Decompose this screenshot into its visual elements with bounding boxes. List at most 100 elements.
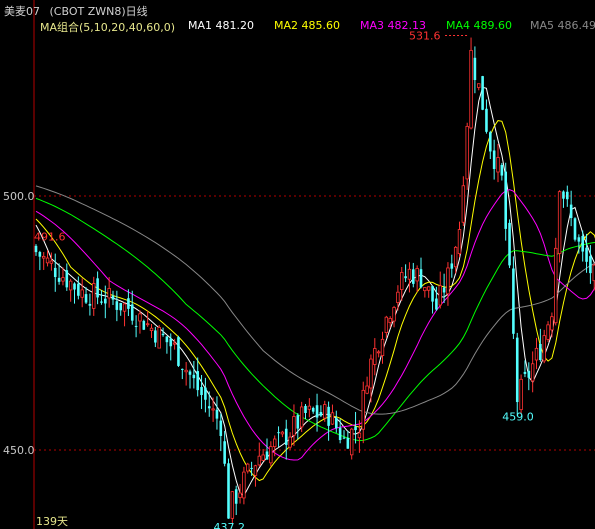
ma5-value: MA5 486.49 — [530, 19, 595, 32]
candle-body — [307, 405, 312, 410]
candle-body — [177, 337, 180, 366]
candle-body — [311, 407, 315, 412]
candle-body — [557, 191, 562, 254]
ma3-value: MA3 482.13 — [360, 19, 426, 32]
candle-body — [96, 278, 99, 298]
candle-body — [246, 463, 250, 472]
candle-body — [88, 303, 92, 306]
candle-body — [38, 252, 42, 257]
candle-body — [453, 246, 458, 268]
candle-body — [376, 351, 381, 354]
y-tick-label-450: 450.0 — [3, 444, 35, 457]
candle-body — [188, 371, 192, 375]
candle-body — [361, 389, 365, 430]
candle-body — [154, 330, 157, 343]
candle-body — [323, 404, 327, 419]
candle-body — [546, 324, 550, 340]
candle-body — [446, 267, 450, 295]
candle-body — [100, 301, 103, 303]
marker-label-437-2: 437.2 — [214, 521, 246, 529]
candle-body — [562, 191, 565, 199]
candle-body — [577, 237, 581, 242]
candle-body — [504, 171, 507, 229]
candle-body — [104, 298, 107, 304]
candle-body — [204, 387, 207, 400]
candle-body — [481, 76, 484, 110]
candle-body — [407, 268, 412, 280]
candle-body — [272, 438, 277, 448]
candle-body — [400, 272, 404, 290]
candle-body — [384, 316, 389, 333]
candle-body — [388, 317, 392, 324]
candle-body — [412, 269, 415, 284]
candle-body — [111, 295, 115, 300]
candle-body — [107, 288, 111, 299]
candle-body — [261, 454, 265, 461]
candle-body — [130, 304, 134, 321]
candle-body — [492, 150, 496, 170]
candle-body — [192, 374, 196, 379]
candle-body — [365, 385, 369, 394]
candle-body — [373, 348, 377, 365]
candle-body — [396, 291, 400, 304]
candle-body — [269, 446, 273, 464]
candle-body — [157, 327, 161, 349]
candle-body — [45, 257, 50, 264]
candle-body — [73, 283, 76, 290]
candle-body — [61, 277, 65, 282]
candle-body — [469, 49, 473, 129]
candle-body — [227, 463, 230, 519]
candlestick-chart[interactable]: 500.0 450.0 531.6491.6459.0437.2 139天 — [0, 0, 595, 529]
candle-body — [149, 327, 154, 331]
candle-body — [253, 465, 258, 476]
candle-body — [57, 277, 61, 282]
candle-body — [242, 471, 246, 499]
period-label: 139天 — [36, 515, 68, 528]
candle-body — [342, 437, 346, 439]
candle-body — [523, 371, 527, 374]
candle-body — [442, 287, 446, 293]
candle-body — [515, 337, 519, 403]
candle-body — [319, 411, 323, 416]
candle-body — [138, 313, 142, 322]
candle-body — [181, 368, 184, 370]
candle-body — [304, 405, 307, 414]
candle-body — [438, 285, 442, 306]
candle-body — [465, 125, 469, 180]
candle-body — [145, 323, 150, 326]
candle-body — [573, 218, 577, 240]
candle-body — [250, 467, 253, 469]
candle-body — [80, 289, 84, 298]
candle-body — [349, 428, 354, 456]
candle-body — [207, 406, 211, 409]
candle-body — [530, 363, 535, 382]
candle-body — [585, 247, 588, 262]
candle-body — [161, 333, 165, 336]
candle-body — [477, 83, 481, 88]
ma2-value: MA2 485.60 — [274, 19, 340, 32]
candle-body — [265, 451, 269, 460]
candle-body — [450, 263, 454, 269]
candle-body — [380, 338, 385, 356]
candle-body — [184, 369, 188, 373]
candle-body — [369, 358, 373, 389]
candle-body — [142, 320, 146, 330]
candle-body — [84, 294, 88, 303]
candle-body — [485, 108, 488, 132]
contract-name: (CBOT ZWN8)日线 — [49, 5, 148, 18]
candle-body — [550, 316, 554, 331]
candle-body — [49, 260, 54, 264]
candle-body — [296, 415, 300, 429]
candle-body — [581, 235, 584, 252]
candle-body — [519, 378, 523, 411]
candle-body — [299, 406, 304, 428]
candle-body — [277, 432, 280, 434]
candle-body — [431, 286, 434, 302]
candle-body — [512, 268, 515, 334]
candle-body — [42, 255, 46, 259]
candle-body — [500, 164, 504, 176]
candle-body — [354, 426, 357, 431]
candle-body — [435, 298, 438, 310]
candle-body — [527, 370, 531, 378]
candle-body — [566, 191, 569, 200]
